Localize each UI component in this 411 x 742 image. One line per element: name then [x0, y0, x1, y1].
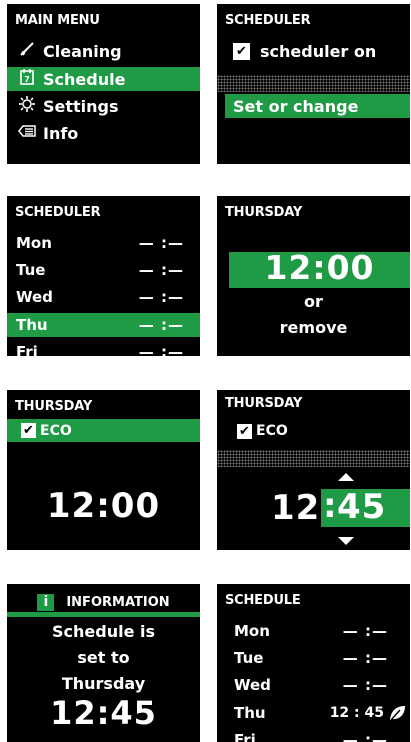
day-label: Fri	[234, 731, 256, 742]
thursday-eco-header: THURSDAY	[15, 399, 93, 414]
thursday-time-value: 12:00	[264, 248, 375, 287]
eco-label: ECO	[256, 423, 288, 439]
thursday-time-screen: THURSDAY 12:00 or remove	[217, 196, 410, 356]
checkbox-checked-icon: ✔	[21, 423, 36, 438]
day-row-fri[interactable]: Fri — :—	[217, 728, 410, 742]
day-row-thu[interactable]: Thu 12 : 45	[217, 701, 410, 725]
scheduler-on-toggle[interactable]: ✔ scheduler on	[217, 39, 410, 63]
day-row-mon[interactable]: Mon — :—	[217, 619, 410, 643]
divider	[217, 75, 410, 92]
info-line-2: set to	[77, 648, 130, 667]
day-label: Fri	[16, 343, 38, 356]
broom-icon	[17, 41, 37, 61]
day-row-wed[interactable]: Wed — :—	[7, 285, 200, 309]
day-label: Tue	[234, 649, 264, 667]
day-row-tue[interactable]: Tue — :—	[7, 258, 200, 282]
down-arrow-icon[interactable]	[338, 537, 354, 545]
colon: :	[323, 486, 337, 526]
menu-item-schedule[interactable]: 7 Schedule	[7, 67, 200, 91]
eco-label: ECO	[40, 422, 72, 439]
info-icon: i	[37, 593, 55, 611]
eco-toggle[interactable]: ✔ ECO	[217, 420, 410, 442]
thursday-eco-screen: THURSDAY ✔ ECO 12:00	[7, 390, 200, 550]
day-time: — :—	[342, 676, 388, 694]
information-header: INFORMATION	[66, 594, 170, 610]
day-label: Thu	[234, 704, 266, 722]
scheduler-list-screen: SCHEDULER Mon — :— Tue — :— Wed — :— Thu…	[7, 196, 200, 356]
day-label: Wed	[234, 676, 271, 694]
remove-option[interactable]: remove	[217, 318, 410, 337]
hours-value: 12	[271, 488, 321, 528]
eco-toggle[interactable]: ✔ ECO	[7, 419, 200, 442]
main-menu-header: MAIN MENU	[15, 13, 100, 28]
info-line-3: Thursday	[61, 674, 146, 693]
day-row-fri[interactable]: Fri — :—	[7, 340, 200, 356]
minutes-value: 45	[337, 487, 387, 527]
thursday-eco-time: 12:00	[46, 486, 161, 526]
thursday-edit-screen: THURSDAY ✔ ECO 12 : 45	[217, 390, 410, 550]
information-title-bar: i INFORMATION	[7, 592, 200, 612]
menu-item-cleaning[interactable]: Cleaning	[7, 39, 200, 63]
set-or-change-button[interactable]: Set or change	[225, 94, 410, 118]
day-label: Wed	[16, 288, 53, 306]
day-time: — :—	[138, 288, 184, 306]
day-label: Mon	[234, 622, 270, 640]
menu-item-info[interactable]: Info	[7, 121, 200, 145]
day-row-tue[interactable]: Tue — :—	[217, 646, 410, 670]
day-time: — :—	[342, 731, 388, 742]
info-time: 12:45	[50, 694, 157, 732]
svg-text:7: 7	[24, 75, 30, 84]
settings-icon	[17, 96, 37, 116]
info-line-1: Schedule is	[51, 622, 155, 641]
menu-item-settings[interactable]: Settings	[7, 94, 200, 118]
thursday-header: THURSDAY	[225, 205, 303, 220]
up-arrow-icon[interactable]	[338, 473, 354, 481]
day-label: Tue	[16, 261, 46, 279]
day-row-wed[interactable]: Wed — :—	[217, 673, 410, 697]
menu-item-label: Cleaning	[43, 41, 122, 61]
schedule-screen: SCHEDULE Mon — :— Tue — :— Wed — :— Thu …	[217, 584, 410, 742]
schedule-header: SCHEDULE	[225, 593, 301, 608]
or-label: or	[304, 292, 323, 311]
checkbox-checked-icon: ✔	[237, 423, 252, 439]
minutes-stepper[interactable]: : 45	[321, 486, 410, 527]
day-time: — :—	[138, 261, 184, 279]
set-or-change-label: Set or change	[233, 96, 359, 116]
day-row-mon[interactable]: Mon — :—	[7, 231, 200, 255]
day-label: Mon	[16, 234, 52, 252]
calendar-icon: 7	[17, 69, 37, 89]
information-screen: i INFORMATION Schedule is set to Thursda…	[7, 584, 200, 742]
divider	[217, 450, 410, 467]
day-time: 12 : 45	[329, 705, 384, 721]
thursday-edit-header: THURSDAY	[225, 396, 303, 411]
menu-item-label: Info	[43, 123, 79, 143]
day-label: Thu	[16, 316, 48, 334]
menu-item-label: Schedule	[43, 69, 126, 89]
scheduler-on-screen: SCHEDULER ✔ scheduler on Set or change	[217, 4, 410, 164]
day-row-thu[interactable]: Thu — :—	[7, 313, 200, 337]
main-menu-screen: MAIN MENU Cleaning 7 Schedule Settings I…	[7, 4, 200, 164]
menu-item-label: Settings	[43, 96, 119, 116]
scheduler-list-header: SCHEDULER	[15, 205, 101, 220]
scheduler-on-label: scheduler on	[260, 41, 377, 61]
day-time: — :—	[138, 343, 184, 356]
green-underline	[7, 612, 200, 617]
day-time: — :—	[138, 316, 184, 334]
day-time: — :—	[342, 649, 388, 667]
day-time: — :—	[342, 622, 388, 640]
checkbox-checked-icon: ✔	[233, 42, 250, 60]
scheduler-header: SCHEDULER	[225, 13, 311, 28]
time-selection-bar[interactable]: 12:00	[229, 248, 410, 288]
day-time: — :—	[138, 234, 184, 252]
info-icon	[17, 124, 37, 142]
leaf-icon	[388, 704, 406, 726]
